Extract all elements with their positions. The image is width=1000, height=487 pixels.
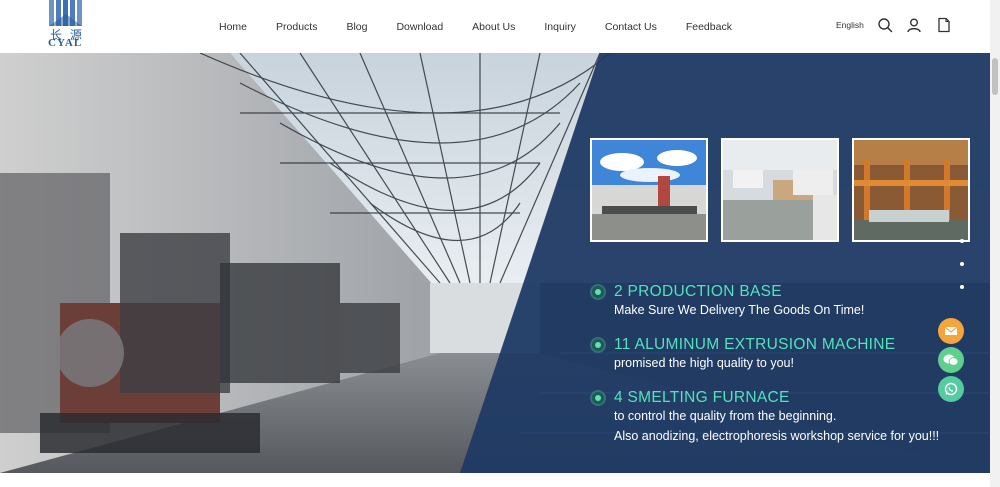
search-icon[interactable] [877, 17, 893, 33]
slider-dot-3[interactable] [960, 285, 964, 289]
email-icon [944, 326, 958, 335]
feature-title: 4 SMELTING FURNACE [614, 389, 790, 406]
nav-download[interactable]: Download [396, 18, 443, 36]
bullet-icon [592, 392, 604, 404]
slider-dot-1[interactable] [960, 239, 964, 243]
nav-feedback[interactable]: Feedback [686, 18, 732, 36]
nav-products[interactable]: Products [276, 18, 317, 36]
feature-title: 2 PRODUCTION BASE [614, 283, 782, 300]
nav-home[interactable]: Home [219, 18, 247, 36]
site-header: 长 源 CYAL Home Products Blog Download Abo… [0, 0, 990, 54]
bullet-icon [592, 286, 604, 298]
feature-title: 11 ALUMINUM EXTRUSION MACHINE [614, 336, 896, 353]
email-button[interactable] [938, 318, 964, 344]
feature-subtitle: to control the quality from the beginnin… [614, 409, 837, 423]
factory-aerial-photo[interactable] [721, 138, 839, 242]
nav-inquiry[interactable]: Inquiry [544, 18, 576, 36]
logo-mark-icon [49, 0, 82, 26]
logo-english-text: CYAL [48, 37, 83, 49]
main-nav: Home Products Blog Download About Us Inq… [205, 18, 761, 36]
nav-contact-us[interactable]: Contact Us [605, 18, 657, 36]
feature-extra-line: Also anodizing, electrophoresis workshop… [614, 429, 940, 443]
whatsapp-icon [944, 382, 958, 396]
language-selector[interactable]: English [836, 20, 864, 30]
bullet-icon [592, 339, 604, 351]
blue-overlay-panel [460, 53, 990, 473]
slider-dot-2[interactable] [960, 262, 964, 266]
wechat-button[interactable] [938, 347, 964, 373]
scrollbar-thumb[interactable] [992, 58, 998, 95]
feature-subtitle: promised the high quality to you! [614, 356, 794, 370]
wechat-icon [943, 354, 959, 366]
cart-icon[interactable] [936, 17, 952, 33]
logo[interactable]: 长 源 CYAL [46, 0, 88, 50]
extrusion-line-photo[interactable] [852, 138, 970, 242]
nav-blog[interactable]: Blog [346, 18, 367, 36]
nav-about-us[interactable]: About Us [472, 18, 515, 36]
factory-exterior-photo[interactable] [590, 138, 708, 242]
page-content-strip [0, 473, 990, 487]
feature-subtitle: Make Sure We Delivery The Goods On Time! [614, 303, 865, 317]
user-icon[interactable] [906, 17, 922, 33]
whatsapp-button[interactable] [938, 376, 964, 402]
hero-banner: 2 PRODUCTION BASE Make Sure We Delivery … [0, 53, 990, 473]
